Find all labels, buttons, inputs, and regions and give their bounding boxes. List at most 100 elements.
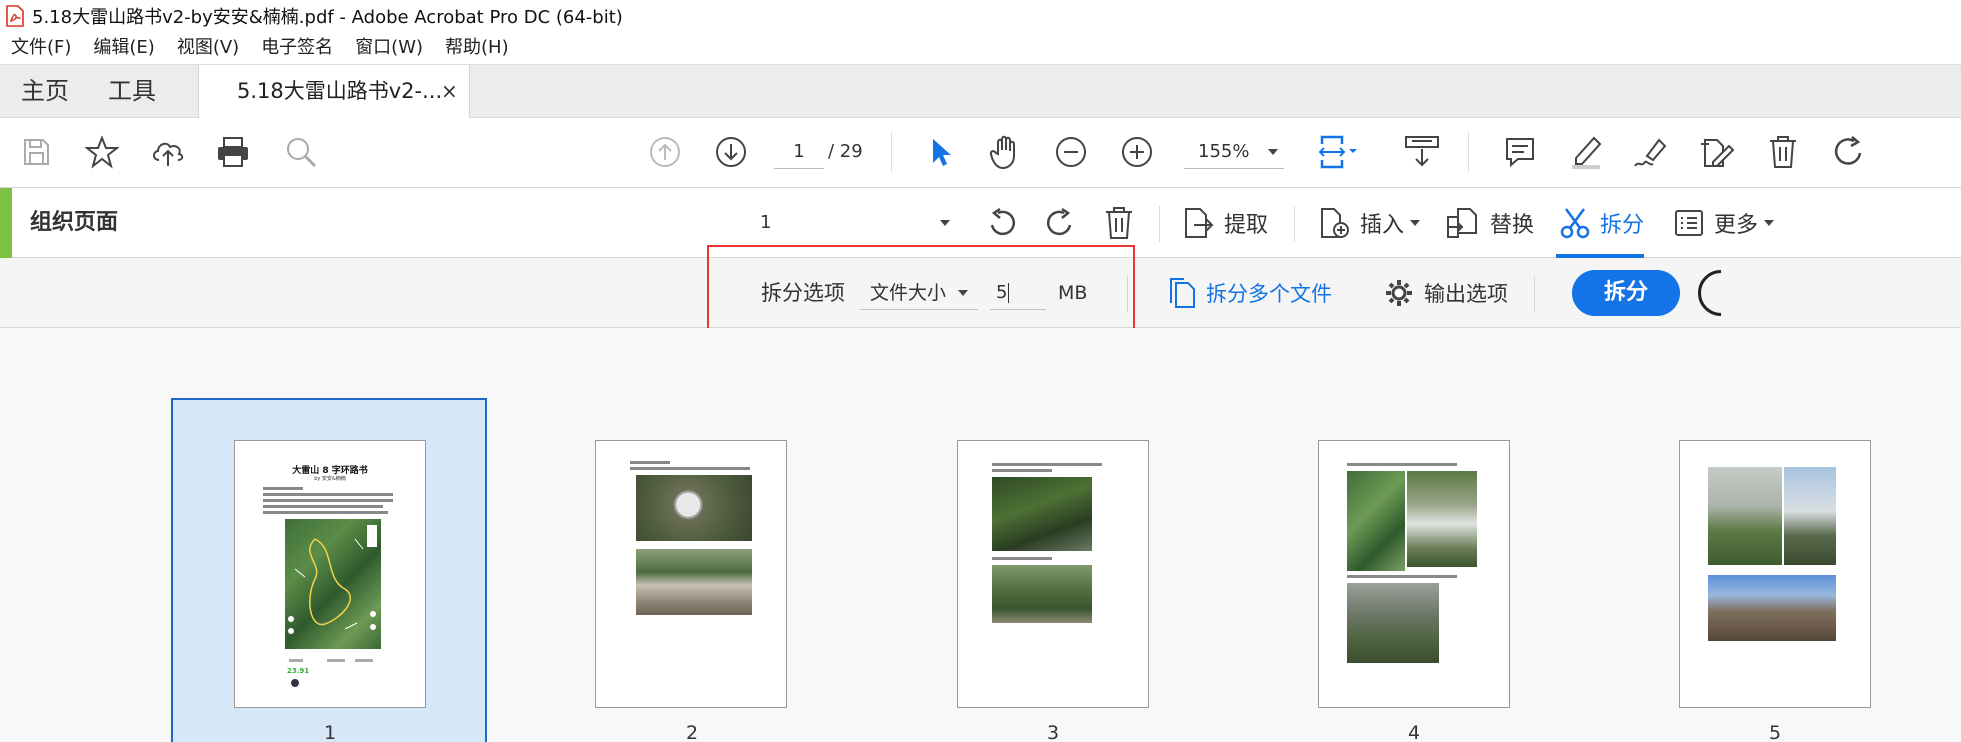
- page-thumbnail-3[interactable]: [957, 440, 1149, 708]
- photo-peak: [1708, 575, 1836, 641]
- pdf-file-icon: [6, 5, 24, 27]
- stat-label: [289, 659, 303, 662]
- delete-page-icon[interactable]: [1099, 203, 1139, 243]
- text-line: [263, 499, 393, 502]
- page-total: / 29: [828, 141, 863, 162]
- multiple-files-icon: [1170, 278, 1195, 308]
- page-thumbnail-5[interactable]: [1679, 440, 1871, 708]
- menu-window[interactable]: 窗口(W): [344, 32, 434, 64]
- extract-button[interactable]: 提取: [1182, 188, 1268, 258]
- menu-file[interactable]: 文件(F): [0, 32, 82, 64]
- chevron-down-icon: [1764, 220, 1775, 226]
- print-icon[interactable]: [213, 132, 253, 172]
- delete-icon[interactable]: [1763, 132, 1803, 172]
- toolbar-divider: [1468, 132, 1469, 172]
- previous-page-icon[interactable]: [645, 132, 685, 172]
- rotate-right-icon[interactable]: [1040, 203, 1080, 243]
- map-photo: [1347, 471, 1405, 571]
- tab-home[interactable]: 主页: [21, 65, 69, 118]
- loading-spinner: [1698, 270, 1721, 316]
- insert-icon: [1321, 208, 1349, 238]
- main-toolbar: 1 / 29 155%: [0, 118, 1961, 188]
- chevron-down-icon: [1268, 149, 1278, 155]
- edit-pdf-icon[interactable]: [1697, 132, 1737, 172]
- split-tool-button[interactable]: 拆分: [1560, 188, 1644, 258]
- organize-accent-strip: [0, 188, 12, 258]
- rotate-left-icon[interactable]: [982, 203, 1022, 243]
- toolbar-divider: [891, 132, 892, 172]
- page-thumbnail-2[interactable]: [595, 440, 787, 708]
- save-icon[interactable]: [16, 132, 56, 172]
- text-line: [992, 463, 1102, 466]
- next-page-icon[interactable]: [711, 132, 751, 172]
- hand-icon[interactable]: [985, 132, 1025, 172]
- thumbnail-subtitle: by 安安&楠楠: [314, 476, 346, 482]
- page-range-select[interactable]: 1: [760, 206, 960, 240]
- photo-ridge: [1347, 583, 1439, 663]
- split-multiple-files-button[interactable]: 拆分多个文件: [1168, 258, 1332, 328]
- stat-label: [355, 659, 373, 662]
- replace-label: 替换: [1490, 213, 1535, 238]
- photo-hiker: [1784, 467, 1836, 565]
- tab-document[interactable]: 5.18大雷山路书v2-... ×: [198, 65, 470, 119]
- comment-icon[interactable]: [1500, 132, 1540, 172]
- zoom-out-icon[interactable]: [1051, 132, 1091, 172]
- page-thumbnail-1[interactable]: 大雷山 8 字环路书 by 安安&楠楠 23.91: [234, 440, 426, 708]
- highlight-icon[interactable]: [1566, 132, 1606, 172]
- menu-esign[interactable]: 电子签名: [250, 32, 344, 64]
- more-label: 更多: [1714, 213, 1759, 238]
- extract-label: 提取: [1224, 213, 1269, 238]
- select-arrow-icon[interactable]: [920, 132, 960, 172]
- zoom-level-select[interactable]: 155%: [1184, 135, 1284, 169]
- text-line: [992, 557, 1052, 560]
- replace-icon: [1447, 208, 1477, 238]
- insert-label: 插入: [1360, 213, 1405, 238]
- menu-help[interactable]: 帮助(H): [434, 32, 520, 64]
- split-multiple-files-label: 拆分多个文件: [1206, 282, 1332, 306]
- text-line: [263, 511, 388, 514]
- replace-button[interactable]: 替换: [1446, 188, 1534, 258]
- avatar: [291, 679, 299, 687]
- organize-pages-title: 组织页面: [30, 210, 119, 235]
- insert-button[interactable]: 插入: [1318, 188, 1421, 258]
- output-options-button[interactable]: 输出选项: [1384, 258, 1508, 328]
- close-tab-icon[interactable]: ×: [441, 65, 458, 118]
- cloud-upload-icon[interactable]: [148, 132, 188, 172]
- scroll-mode-icon[interactable]: [1402, 132, 1442, 172]
- page-thumbnails-area: 大雷山 8 字环路书 by 安安&楠楠 23.91 1 2 3 4 5: [0, 328, 1961, 742]
- sign-icon[interactable]: [1631, 132, 1671, 172]
- page-number-label: 1: [323, 722, 337, 742]
- menu-bar: 文件(F) 编辑(E) 视图(V) 电子签名 窗口(W) 帮助(H): [0, 32, 1961, 64]
- rotate-icon[interactable]: [1829, 132, 1869, 172]
- page-thumbnail-4[interactable]: [1318, 440, 1510, 708]
- split-bar-divider: [1534, 276, 1535, 312]
- star-icon[interactable]: [82, 132, 122, 172]
- more-button[interactable]: 更多: [1674, 188, 1775, 258]
- text-line: [630, 467, 750, 470]
- list-icon: [1675, 210, 1703, 236]
- tab-tools[interactable]: 工具: [108, 65, 156, 118]
- page-number-input[interactable]: 1: [774, 135, 824, 169]
- zoom-in-icon[interactable]: [1117, 132, 1157, 172]
- route-map-image: [285, 519, 381, 649]
- text-line: [263, 493, 393, 496]
- document-tab-label: 5.18大雷山路书v2-...: [237, 79, 443, 103]
- photo-summit: [1708, 467, 1782, 565]
- text-line: [1347, 575, 1457, 578]
- photo-forest-stream: [992, 477, 1092, 551]
- zoom-level-value: 155%: [1198, 141, 1250, 162]
- tab-bar: 主页 工具 5.18大雷山路书v2-... ×: [0, 64, 1961, 119]
- text-line: [263, 505, 383, 508]
- search-icon[interactable]: [281, 132, 321, 172]
- toolbar-divider: [1294, 206, 1295, 242]
- page-number-label: 3: [1046, 722, 1060, 742]
- stat-label: [327, 659, 345, 662]
- menu-view[interactable]: 视图(V): [166, 32, 250, 64]
- toolbar-divider: [1159, 206, 1160, 242]
- menu-edit[interactable]: 编辑(E): [82, 32, 165, 64]
- text-line: [992, 469, 1052, 472]
- split-button[interactable]: 拆分: [1572, 270, 1680, 316]
- text-line: [263, 487, 303, 490]
- fit-page-icon[interactable]: [1318, 132, 1358, 172]
- window-title: 5.18大雷山路书v2-by安安&楠楠.pdf - Adobe Acrobat …: [32, 7, 623, 28]
